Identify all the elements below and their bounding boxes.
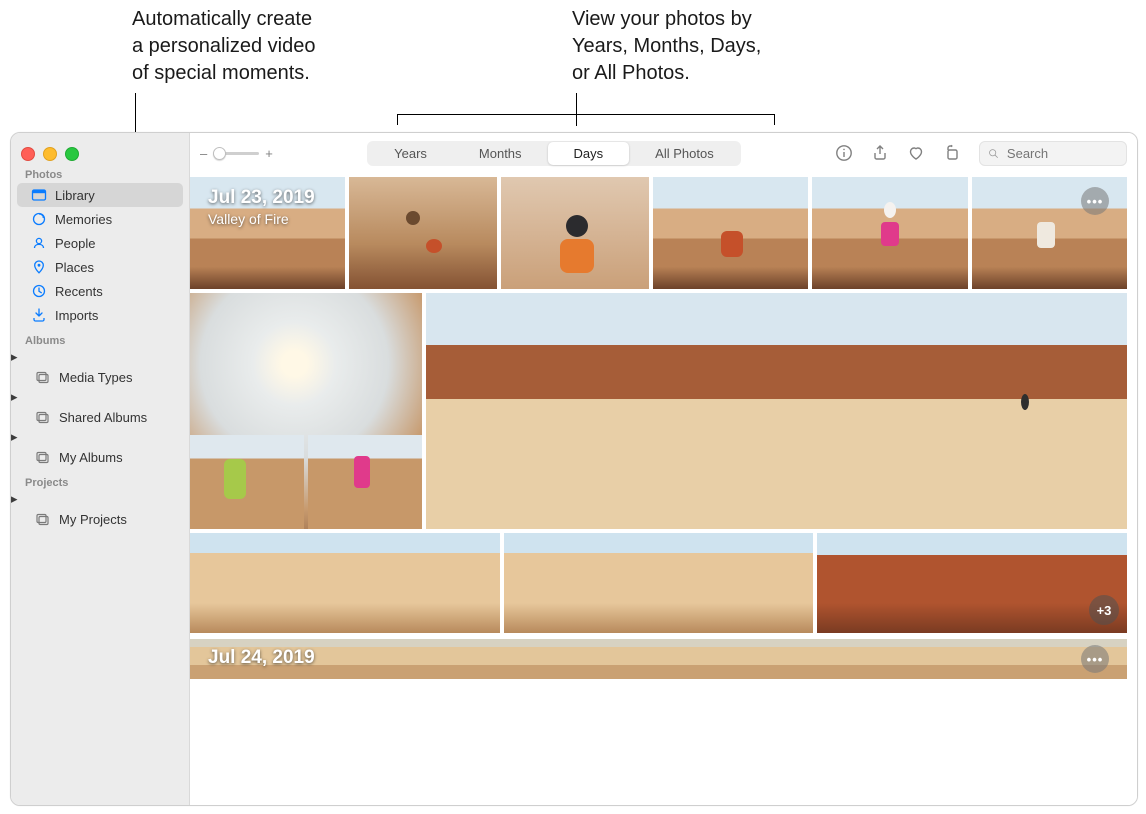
disclosure-triangle-icon[interactable]: ▸ — [11, 429, 18, 444]
sidebar-section-photos: Photos — [11, 161, 189, 183]
places-icon — [31, 259, 47, 275]
main-content: – + Years Months Days All Photos — [190, 133, 1137, 805]
day-date: Jul 24, 2019 — [208, 647, 315, 669]
people-icon — [31, 235, 47, 251]
sidebar-section-projects: Projects — [11, 469, 189, 491]
zoom-out-label: – — [200, 146, 207, 161]
imports-icon — [31, 307, 47, 323]
memories-icon — [31, 211, 47, 227]
photo-thumbnail[interactable] — [349, 177, 497, 289]
sidebar-item-label: Recents — [55, 284, 103, 299]
search-field[interactable] — [979, 141, 1127, 166]
sidebar-item-label: My Projects — [59, 512, 127, 527]
disclosure-triangle-icon[interactable]: ▸ — [11, 389, 18, 404]
zoom-track[interactable] — [213, 152, 259, 155]
sidebar-item-library[interactable]: Library — [17, 183, 183, 207]
callout-memories: Automatically create a personalized vide… — [132, 6, 442, 87]
photos-app-window: Photos Library Memories — [10, 132, 1138, 806]
window-close-button[interactable] — [21, 147, 35, 161]
folder-icon — [35, 511, 51, 527]
window-minimize-button[interactable] — [43, 147, 57, 161]
tab-days[interactable]: Days — [548, 142, 630, 165]
day-more-button[interactable]: ••• — [1081, 187, 1109, 215]
share-icon[interactable] — [871, 144, 889, 162]
callout-bracket — [397, 114, 775, 115]
day-location: Valley of Fire — [208, 211, 315, 227]
photo-thumbnail[interactable] — [501, 177, 649, 289]
window-zoom-button[interactable] — [65, 147, 79, 161]
search-input[interactable] — [1005, 145, 1118, 162]
sidebar-item-my-projects[interactable]: My Projects — [17, 507, 183, 531]
sidebar-item-label: Memories — [55, 212, 112, 227]
sidebar-item-label: My Albums — [59, 450, 123, 465]
sidebar-section-albums: Albums — [11, 327, 189, 349]
sidebar-item-my-albums[interactable]: My Albums — [17, 445, 183, 469]
zoom-in-label: + — [265, 146, 273, 161]
folder-icon — [35, 409, 51, 425]
sidebar-item-label: Places — [55, 260, 94, 275]
sidebar-item-label: Library — [55, 188, 95, 203]
photo-thumbnail[interactable]: +3 — [817, 533, 1127, 633]
sidebar-item-label: Imports — [55, 308, 98, 323]
info-icon[interactable] — [835, 144, 853, 162]
tab-all-photos[interactable]: All Photos — [629, 142, 740, 165]
sidebar: Photos Library Memories — [11, 133, 190, 805]
rotate-icon[interactable] — [943, 144, 961, 162]
photo-thumbnail[interactable] — [190, 533, 500, 633]
day-header[interactable]: Jul 24, 2019 — [208, 647, 315, 669]
photo-thumbnail[interactable] — [504, 533, 814, 633]
folder-icon — [35, 369, 51, 385]
sidebar-item-label: Media Types — [59, 370, 132, 385]
days-scroll-view[interactable]: Jul 23, 2019 Valley of Fire ••• — [190, 173, 1137, 805]
callout-tabs: View your photos by Years, Months, Days,… — [572, 6, 892, 87]
day-group: Jul 23, 2019 Valley of Fire ••• — [190, 177, 1127, 633]
callout-line — [576, 93, 577, 114]
tab-months[interactable]: Months — [453, 142, 548, 165]
photo-thumbnail[interactable] — [190, 639, 1127, 679]
folder-icon — [35, 449, 51, 465]
sidebar-item-media-types[interactable]: Media Types — [17, 365, 183, 389]
photo-thumbnail[interactable] — [190, 435, 304, 529]
sidebar-item-places[interactable]: Places — [17, 255, 183, 279]
library-icon — [31, 187, 47, 203]
search-icon — [988, 147, 999, 160]
sidebar-item-shared-albums[interactable]: Shared Albums — [17, 405, 183, 429]
callout-line — [576, 114, 577, 126]
zoom-thumb[interactable] — [213, 147, 226, 160]
more-photos-badge[interactable]: +3 — [1089, 595, 1119, 625]
recents-icon — [31, 283, 47, 299]
photo-thumbnail[interactable] — [812, 177, 967, 289]
day-date: Jul 23, 2019 — [208, 187, 315, 209]
zoom-slider[interactable]: – + — [200, 146, 273, 161]
tab-years[interactable]: Years — [368, 142, 453, 165]
sidebar-item-memories[interactable]: Memories — [17, 207, 183, 231]
sidebar-item-imports[interactable]: Imports — [17, 303, 183, 327]
disclosure-triangle-icon[interactable]: ▸ — [11, 491, 18, 506]
window-controls — [11, 133, 189, 161]
view-tabs: Years Months Days All Photos — [367, 141, 741, 166]
sidebar-item-people[interactable]: People — [17, 231, 183, 255]
favorite-icon[interactable] — [907, 144, 925, 162]
sidebar-item-recents[interactable]: Recents — [17, 279, 183, 303]
day-group: Jul 24, 2019 ••• — [190, 639, 1127, 679]
photo-thumbnail[interactable] — [308, 435, 422, 529]
toolbar: – + Years Months Days All Photos — [190, 133, 1137, 173]
disclosure-triangle-icon[interactable]: ▸ — [11, 349, 18, 364]
photo-thumbnail[interactable] — [426, 293, 1127, 529]
sidebar-item-label: Shared Albums — [59, 410, 147, 425]
day-more-button[interactable]: ••• — [1081, 645, 1109, 673]
photo-thumbnail[interactable] — [653, 177, 808, 289]
sidebar-item-label: People — [55, 236, 95, 251]
day-header[interactable]: Jul 23, 2019 Valley of Fire — [208, 187, 315, 227]
